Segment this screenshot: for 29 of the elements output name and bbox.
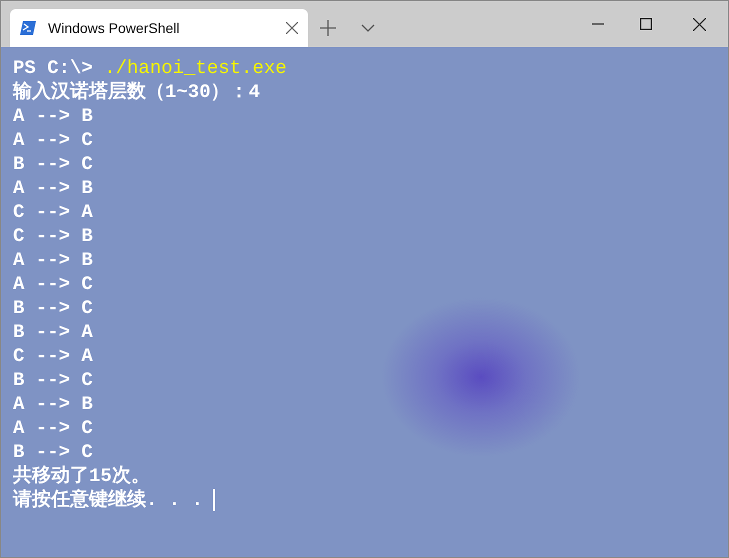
output-line: A --> C	[13, 272, 93, 296]
output-line: 请按任意键继续. . .	[13, 488, 204, 512]
prompt: PS C:\>	[13, 56, 93, 80]
close-icon	[692, 18, 706, 30]
tab-title: Windows PowerShell	[48, 18, 180, 38]
terminal-tab[interactable]: Windows PowerShell	[10, 9, 308, 47]
close-tab-icon[interactable]	[286, 22, 298, 34]
chevron-down-icon	[361, 24, 375, 32]
powershell-icon	[20, 21, 36, 35]
output-line: A --> B	[13, 104, 93, 128]
output-line: B --> C	[13, 152, 93, 176]
output-line: B --> A	[13, 320, 93, 344]
output-line: A --> C	[13, 416, 93, 440]
output-line: 共移动了15次。	[13, 464, 150, 488]
output-line: 输入汉诺塔层数（1~30）：4	[13, 80, 260, 104]
output-line: C --> A	[13, 200, 93, 224]
minimize-icon	[592, 23, 604, 25]
command-text: ./hanoi_test.exe	[104, 56, 287, 80]
output-line: A --> C	[13, 128, 93, 152]
output-line: B --> C	[13, 296, 93, 320]
output-line: B --> C	[13, 368, 93, 392]
output-line: A --> B	[13, 392, 93, 416]
plus-icon	[320, 20, 336, 36]
output-line: A --> B	[13, 176, 93, 200]
maximize-icon	[640, 18, 652, 30]
output-line: C --> B	[13, 224, 93, 248]
output-line: B --> C	[13, 440, 93, 464]
output-line: C --> A	[13, 344, 93, 368]
output-line: A --> B	[13, 248, 93, 272]
